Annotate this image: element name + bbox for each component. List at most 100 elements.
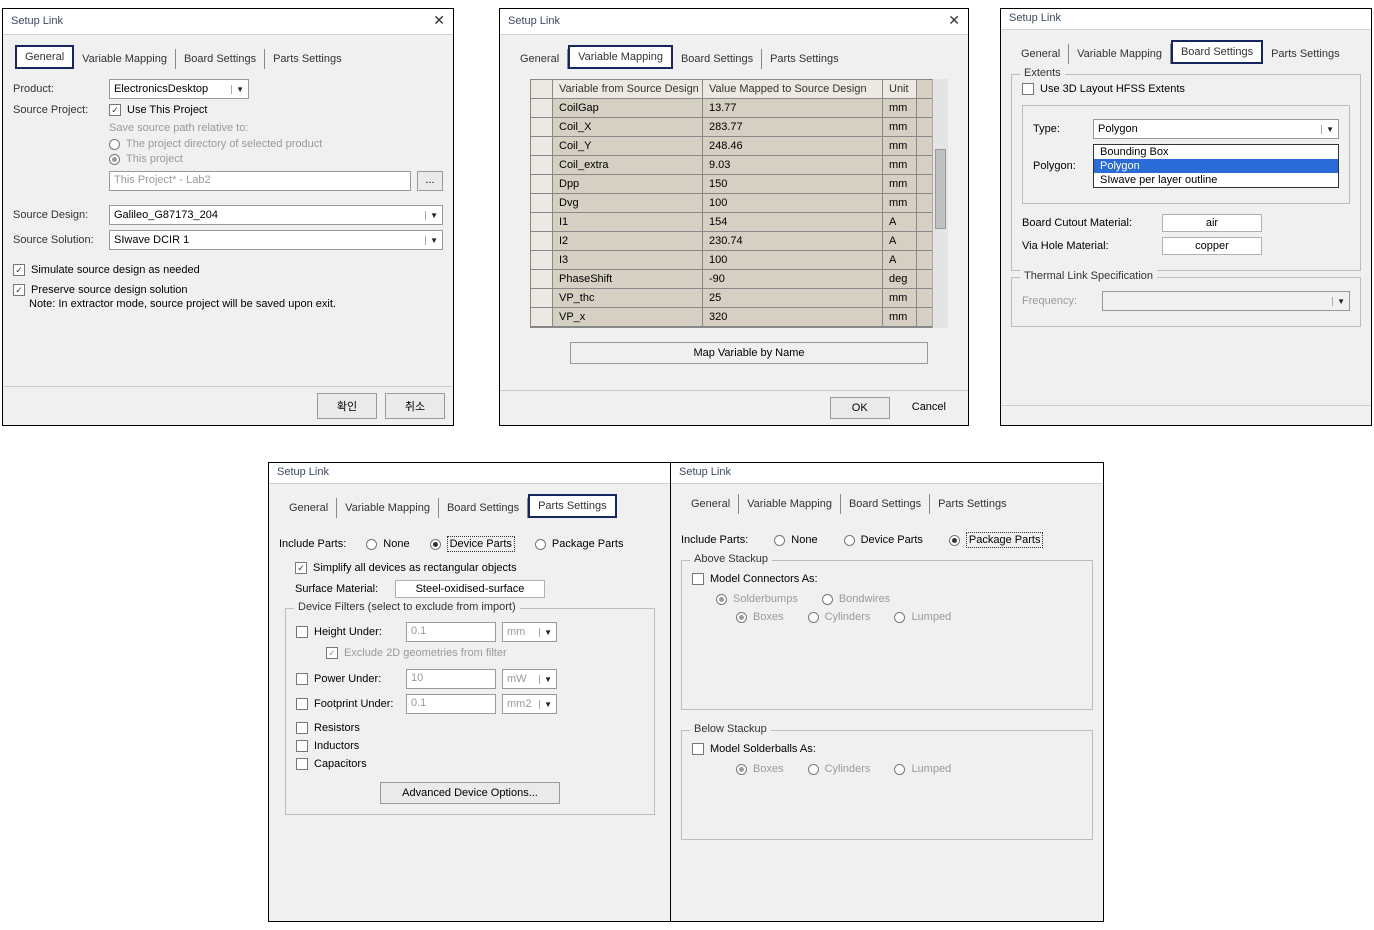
radio-none[interactable]: None [774, 534, 817, 546]
cell-value[interactable]: 154 [703, 213, 883, 231]
tab-general[interactable]: General [281, 498, 337, 518]
variable-grid[interactable]: Variable from Source Design Value Mapped… [530, 79, 948, 328]
use-this-project-checkbox[interactable]: ✓Use This Project [109, 104, 443, 116]
cell-variable[interactable]: Coil_X [553, 118, 703, 136]
tab-variable-mapping[interactable]: Variable Mapping [568, 45, 673, 69]
cancel-button[interactable]: 취소 [385, 393, 445, 419]
map-variable-button[interactable]: Map Variable by Name [570, 342, 928, 364]
tab-board-settings[interactable]: Board Settings [176, 49, 265, 69]
opt-bounding-box[interactable]: Bounding Box [1094, 145, 1338, 159]
cutout-value[interactable]: air [1162, 214, 1262, 232]
ok-button[interactable]: 확인 [317, 393, 377, 419]
resistors-checkbox[interactable]: Resistors [296, 722, 644, 734]
tab-board-settings[interactable]: Board Settings [1171, 40, 1263, 64]
cell-unit[interactable]: mm [883, 118, 917, 136]
tab-variable-mapping[interactable]: Variable Mapping [74, 49, 176, 69]
cell-value[interactable]: 25 [703, 289, 883, 307]
product-select[interactable]: ElectronicsDesktop▼ [109, 79, 249, 99]
footprint-under-input[interactable]: 0.1 [406, 694, 496, 714]
capacitors-checkbox[interactable]: Capacitors [296, 758, 644, 770]
grid-row[interactable]: CoilGap13.77mm [531, 99, 947, 118]
tab-board-settings[interactable]: Board Settings [439, 498, 528, 518]
cell-variable[interactable]: Dvg [553, 194, 703, 212]
tab-board-settings[interactable]: Board Settings [841, 494, 930, 514]
radio-device[interactable]: Device Parts [430, 536, 515, 552]
cell-variable[interactable]: PhaseShift [553, 270, 703, 288]
cell-unit[interactable]: mm [883, 289, 917, 307]
ok-button[interactable]: OK [830, 397, 890, 419]
cell-unit[interactable]: A [883, 232, 917, 250]
cell-variable[interactable]: VP_thc [553, 289, 703, 307]
cell-value[interactable]: 100 [703, 251, 883, 269]
cell-variable[interactable]: I2 [553, 232, 703, 250]
col-unit[interactable]: Unit [883, 80, 917, 98]
grid-row[interactable]: Coil_extra9.03mm [531, 156, 947, 175]
tab-parts-settings[interactable]: Parts Settings [528, 494, 616, 518]
close-icon[interactable]: ✕ [433, 12, 445, 29]
grid-row[interactable]: Dvg100mm [531, 194, 947, 213]
cell-variable[interactable]: VP_x [553, 308, 703, 326]
cell-value[interactable]: 283.77 [703, 118, 883, 136]
source-solution-select[interactable]: SIwave DCIR 1▼ [109, 230, 443, 250]
source-design-select[interactable]: Galileo_G87173_204▼ [109, 205, 443, 225]
grid-row[interactable]: Coil_X283.77mm [531, 118, 947, 137]
scrollbar[interactable] [932, 79, 948, 328]
grid-row[interactable]: Coil_Y248.46mm [531, 137, 947, 156]
radio-package[interactable]: Package Parts [535, 538, 624, 550]
height-under-checkbox[interactable]: Height Under: [296, 626, 406, 638]
power-unit-select[interactable]: mW▼ [502, 669, 557, 689]
cell-unit[interactable]: mm [883, 137, 917, 155]
surface-material-value[interactable]: Steel-oxidised-surface [395, 580, 545, 598]
cell-unit[interactable]: mm [883, 308, 917, 326]
tab-general[interactable]: General [512, 49, 568, 69]
tab-variable-mapping[interactable]: Variable Mapping [337, 498, 439, 518]
close-icon[interactable]: ✕ [948, 12, 960, 29]
cell-value[interactable]: 100 [703, 194, 883, 212]
grid-row[interactable]: Dpp150mm [531, 175, 947, 194]
col-value[interactable]: Value Mapped to Source Design [703, 80, 883, 98]
use-3d-layout-checkbox[interactable]: Use 3D Layout HFSS Extents [1022, 83, 1350, 95]
grid-row[interactable]: PhaseShift-90deg [531, 270, 947, 289]
tab-general[interactable]: General [1013, 44, 1069, 64]
height-under-input[interactable]: 0.1 [406, 622, 496, 642]
type-select[interactable]: Polygon▼ [1093, 119, 1339, 139]
grid-row[interactable]: I1154A [531, 213, 947, 232]
radio-none[interactable]: None [366, 538, 409, 550]
tab-general[interactable]: General [683, 494, 739, 514]
cell-value[interactable]: 230.74 [703, 232, 883, 250]
tab-variable-mapping[interactable]: Variable Mapping [739, 494, 841, 514]
power-under-input[interactable]: 10 [406, 669, 496, 689]
cell-unit[interactable]: mm [883, 194, 917, 212]
simulate-checkbox[interactable]: ✓Simulate source design as needed [13, 264, 443, 276]
cell-variable[interactable]: Coil_extra [553, 156, 703, 174]
tab-parts-settings[interactable]: Parts Settings [265, 49, 349, 69]
cell-value[interactable]: 320 [703, 308, 883, 326]
cell-unit[interactable]: mm [883, 99, 917, 117]
simplify-checkbox[interactable]: ✓Simplify all devices as rectangular obj… [295, 562, 661, 574]
cell-variable[interactable]: CoilGap [553, 99, 703, 117]
cancel-button[interactable]: Cancel [898, 397, 960, 419]
opt-polygon[interactable]: Polygon [1094, 159, 1338, 173]
browse-button[interactable]: ... [417, 171, 443, 191]
cell-variable[interactable]: Dpp [553, 175, 703, 193]
cell-value[interactable]: 13.77 [703, 99, 883, 117]
tab-parts-settings[interactable]: Parts Settings [1263, 44, 1347, 64]
tab-general[interactable]: General [15, 45, 74, 69]
advanced-device-button[interactable]: Advanced Device Options... [380, 782, 560, 804]
height-unit-select[interactable]: mm▼ [502, 622, 557, 642]
footprint-unit-select[interactable]: mm2▼ [502, 694, 557, 714]
cell-unit[interactable]: mm [883, 156, 917, 174]
tab-parts-settings[interactable]: Parts Settings [930, 494, 1014, 514]
grid-row[interactable]: I2230.74A [531, 232, 947, 251]
radio-package[interactable]: Package Parts [949, 532, 1044, 548]
cell-variable[interactable]: I1 [553, 213, 703, 231]
tab-variable-mapping[interactable]: Variable Mapping [1069, 44, 1171, 64]
radio-device[interactable]: Device Parts [844, 534, 923, 546]
grid-row[interactable]: VP_x320mm [531, 308, 947, 327]
cell-value[interactable]: 150 [703, 175, 883, 193]
cell-value[interactable]: 9.03 [703, 156, 883, 174]
via-value[interactable]: copper [1162, 237, 1262, 255]
cell-unit[interactable]: A [883, 213, 917, 231]
cell-unit[interactable]: mm [883, 175, 917, 193]
tab-parts-settings[interactable]: Parts Settings [762, 49, 846, 69]
